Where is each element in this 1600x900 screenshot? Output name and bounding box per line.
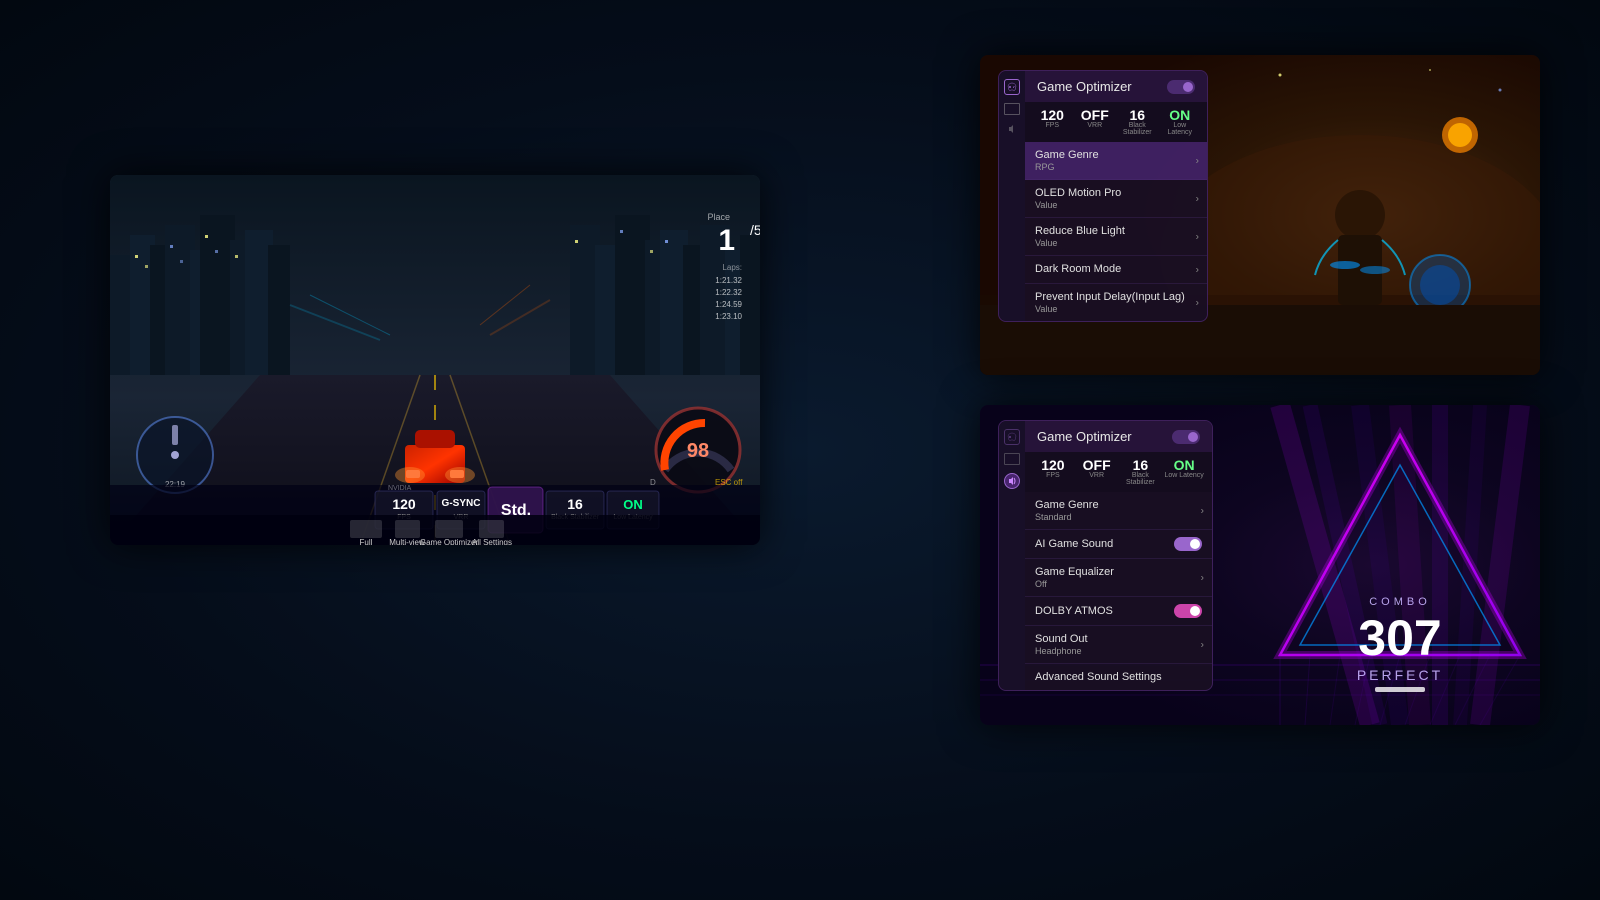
svg-text:98: 98 (687, 440, 709, 462)
game-optimizer-panel-top: Game Optimizer 120 FPS OFF VRR 16 Black … (998, 70, 1208, 322)
audio-icon-top (1007, 123, 1017, 135)
arrow-icon-4: › (1196, 297, 1199, 308)
svg-text:ON: ON (623, 497, 643, 512)
svg-text:16: 16 (567, 496, 583, 512)
menu-item-reduce-blue[interactable]: Reduce Blue Light Value › (1025, 218, 1207, 256)
stat-vrr-top: OFF VRR (1076, 108, 1115, 136)
menu-item-dark-room[interactable]: Dark Room Mode › (1025, 256, 1207, 284)
menu-item-oled-motion[interactable]: OLED Motion Pro Value › (1025, 180, 1207, 218)
svg-text:Laps:: Laps: (722, 263, 742, 272)
stat-vrr-bottom: OFF VRR (1077, 458, 1117, 486)
bottom-right-panel: COMBO 307 PERFECT Game Optimizer (980, 405, 1540, 725)
ai-sound-toggle[interactable] (1174, 537, 1202, 551)
svg-text:Game Optimizer: Game Optimizer (420, 538, 479, 545)
sound-optimizer-title: Game Optimizer (1037, 429, 1132, 444)
gamepad-icon (1004, 79, 1020, 95)
stat-blackstab-bottom: 16 Black Stabilizer (1121, 458, 1161, 486)
svg-text:120: 120 (392, 496, 416, 512)
stat-latency-top: ON Low Latency (1161, 108, 1200, 136)
display-icon-top (1004, 103, 1020, 115)
optimizer-stats-top: 120 FPS OFF VRR 16 Black Stabilizer ON L… (1025, 102, 1207, 142)
svg-text:COMBO: COMBO (1369, 596, 1431, 608)
svg-text:Place: Place (707, 212, 730, 222)
svg-text:G-SYNC: G-SYNC (442, 498, 481, 509)
arrow-icon-1: › (1196, 193, 1199, 204)
left-racing-panel: 22:19 98 D ESC off Place 1 /5 Laps: 1:21… (110, 175, 760, 545)
arrow-icon-2: › (1196, 231, 1199, 242)
menu-item-game-genre-sound[interactable]: Game Genre Standard › (1025, 492, 1212, 530)
svg-text:1:23.10: 1:23.10 (715, 312, 742, 321)
menu-item-sound-out[interactable]: Sound Out Headphone › (1025, 626, 1212, 664)
svg-text:1:24.59: 1:24.59 (715, 300, 742, 309)
sound-optimizer-toggle[interactable] (1172, 430, 1200, 444)
sound-optimizer-header: Game Optimizer (1025, 421, 1212, 452)
audio-icon-bottom-active (1004, 473, 1020, 489)
svg-text:All Settings: All Settings (472, 538, 512, 545)
svg-text:1:22.32: 1:22.32 (715, 288, 742, 297)
optimizer-header-top: Game Optimizer (1025, 71, 1207, 102)
menu-item-game-equalizer[interactable]: Game Equalizer Off › (1025, 559, 1212, 597)
svg-text:NVIDIA: NVIDIA (388, 485, 412, 492)
menu-item-advanced-sound[interactable]: Advanced Sound Settings (1025, 664, 1212, 690)
menu-item-dolby-atmos[interactable]: DOLBY ATMOS (1025, 597, 1212, 626)
svg-text:/5: /5 (750, 222, 760, 238)
optimizer-toggle-top[interactable] (1167, 80, 1195, 94)
menu-item-game-genre[interactable]: Game Genre RPG › (1025, 142, 1207, 180)
svg-text:PERFECT: PERFECT (1357, 667, 1443, 683)
stat-fps-top: 120 FPS (1033, 108, 1072, 136)
sound-optimizer-stats: 120 FPS OFF VRR 16 Black Stabilizer ON L… (1025, 452, 1212, 492)
svg-text:1: 1 (718, 224, 735, 257)
menu-item-ai-game-sound[interactable]: AI Game Sound (1025, 530, 1212, 559)
top-right-panel: Game Optimizer 120 FPS OFF VRR 16 Black … (980, 55, 1540, 375)
svg-text:307: 307 (1358, 610, 1441, 666)
arrow-sound-4: › (1201, 639, 1204, 650)
optimizer-title-top: Game Optimizer (1037, 79, 1132, 94)
racing-scene-svg: 22:19 98 D ESC off Place 1 /5 Laps: 1:21… (110, 175, 760, 545)
game-optimizer-panel-bottom: Game Optimizer 120 FPS OFF VRR 16 Black … (998, 420, 1213, 691)
racing-background: 22:19 98 D ESC off Place 1 /5 Laps: 1:21… (110, 175, 760, 545)
display-icon-bottom (1004, 453, 1020, 465)
arrow-icon-0: › (1196, 155, 1199, 166)
svg-text:1:21.32: 1:21.32 (715, 276, 742, 285)
arrow-sound-2: › (1201, 572, 1204, 583)
menu-item-input-delay[interactable]: Prevent Input Delay(Input Lag) Value › (1025, 284, 1207, 321)
gamepad-icon-bottom (1004, 429, 1020, 445)
stat-latency-bottom: ON Low Latency (1164, 458, 1204, 486)
svg-text:Full: Full (360, 538, 373, 545)
arrow-sound-0: › (1201, 505, 1204, 516)
stat-fps-bottom: 120 FPS (1033, 458, 1073, 486)
arrow-icon-3: › (1196, 264, 1199, 275)
dolby-toggle[interactable] (1174, 604, 1202, 618)
stat-blackstab-top: 16 Black Stabilizer (1118, 108, 1157, 136)
